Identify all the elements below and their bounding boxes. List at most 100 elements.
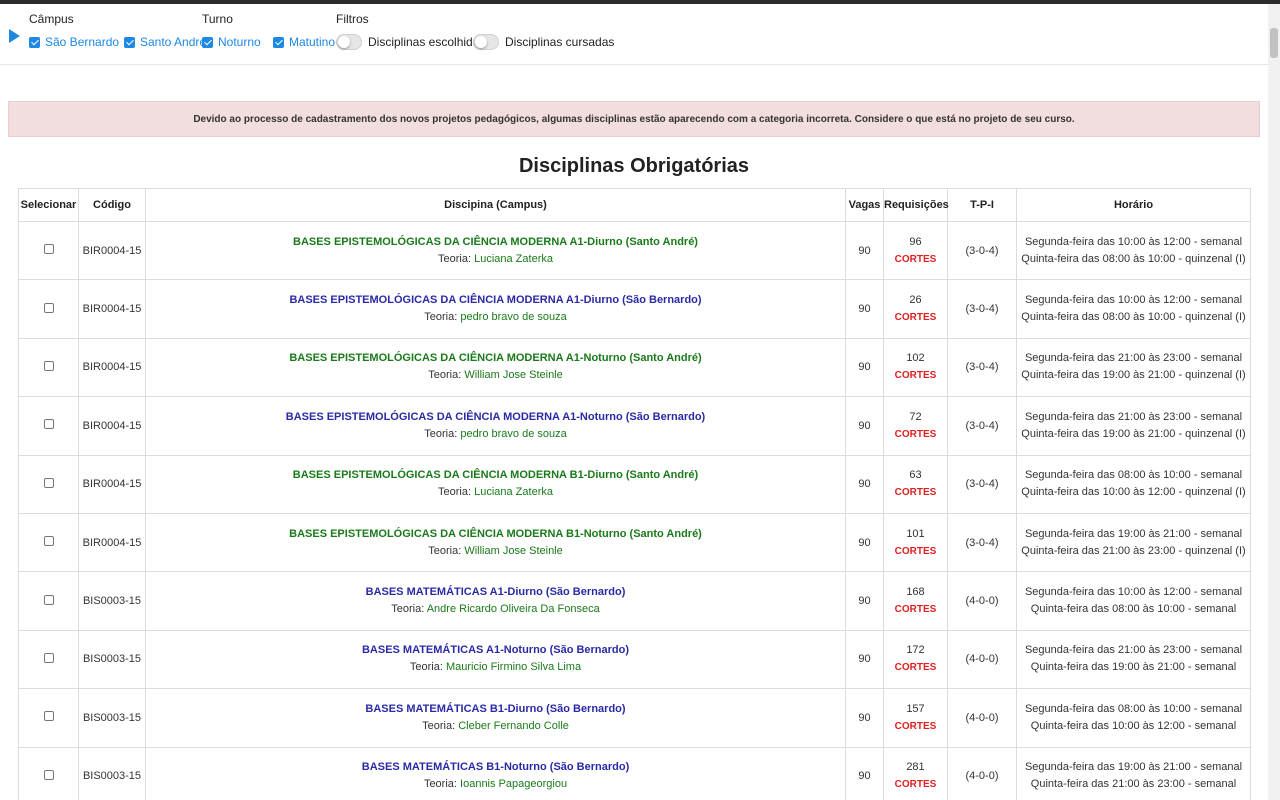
table-row: BIS0003-15 BASES MATEMÁTICAS A1-Diurno (… [18,571,1251,631]
cortes-link[interactable]: CORTES [884,426,947,443]
disciplines-table: Selecionar Código Discipina (Campus) Vag… [18,188,1251,800]
vagas: 90 [845,688,884,748]
table-row: BIS0003-15 BASES MATEMÁTICAS B1-Noturno … [18,746,1251,800]
filter-bar: Câmpus Turno Filtros São Bernardo Santo … [0,4,1268,65]
discipline-name[interactable]: BASES EPISTEMOLÓGICAS DA CIÊNCIA MODERNA… [146,467,845,484]
vagas: 90 [845,746,884,800]
vagas: 90 [845,220,884,281]
discipline-name[interactable]: BASES MATEMÁTICAS B1-Diurno (São Bernard… [146,701,845,718]
turno-checkbox-matutino[interactable]: Matutino [273,34,335,50]
schedule-line-1: Segunda-feira das 19:00 às 21:00 - seman… [1024,527,1243,540]
schedule-line-2: Quinta-feira das 08:00 às 10:00 - quinze… [1021,311,1246,324]
header-requisicoes: Requisições [883,188,949,222]
schedule-line-1: Segunda-feira das 10:00 às 12:00 - seman… [1024,235,1243,248]
schedule-line-2: Quinta-feira das 19:00 às 21:00 - quinze… [1021,369,1246,382]
table-row: BIS0003-15 BASES MATEMÁTICAS B1-Diurno (… [18,688,1251,748]
vagas: 90 [845,279,884,339]
checkbox-checked-icon[interactable] [273,36,284,48]
checkbox-checked-icon[interactable] [124,36,135,48]
campus-label: Câmpus [29,12,74,26]
discipline-name[interactable]: BASES EPISTEMOLÓGICAS DA CIÊNCIA MODERNA… [146,234,845,251]
cortes-link[interactable]: CORTES [884,367,947,384]
discipline-name[interactable]: BASES MATEMÁTICAS A1-Noturno (São Bernar… [146,642,845,659]
teacher-prefix: Teoria: [424,311,458,324]
tpi: (3-0-4) [947,337,1017,398]
requests-count: 102 [906,352,925,365]
schedule-line-1: Segunda-feira das 19:00 às 21:00 - seman… [1024,761,1243,774]
schedule-line-2: Quinta-feira das 19:00 às 21:00 - semana… [1030,661,1237,674]
tpi: (3-0-4) [947,279,1017,339]
discipline-code: BIS0003-15 [78,571,146,631]
schedule-line-2: Quinta-feira das 19:00 às 21:00 - quinze… [1021,427,1246,440]
vagas: 90 [845,337,884,398]
turno-checkbox-noturno[interactable]: Noturno [202,34,261,50]
header-tpi: T-P-I [947,188,1017,222]
cortes-link[interactable]: CORTES [884,776,947,793]
table-row: BIR0004-15 BASES EPISTEMOLÓGICAS DA CIÊN… [18,337,1251,398]
teacher-name: William Jose Steinle [464,544,563,557]
table-row: BIS0003-15 BASES MATEMÁTICAS A1-Noturno … [18,629,1251,690]
requests-count: 168 [906,586,925,599]
select-checkbox[interactable] [43,477,54,488]
schedule-line-1: Segunda-feira das 21:00 às 23:00 - seman… [1024,410,1243,423]
select-checkbox[interactable] [43,360,54,371]
teacher-prefix: Teoria: [423,778,457,791]
cortes-link[interactable]: CORTES [884,251,947,268]
cortes-link[interactable]: CORTES [884,543,947,560]
discipline-code: BIR0004-15 [78,512,146,573]
checkbox-checked-icon[interactable] [29,36,40,48]
schedule-line-1: Segunda-feira das 21:00 às 23:00 - seman… [1024,352,1243,365]
tpi: (3-0-4) [947,512,1017,573]
teacher-name: William Jose Steinle [464,369,563,382]
schedule-line-2: Quinta-feira das 10:00 às 12:00 - quinze… [1021,486,1246,499]
toggle-disciplinas-escolhidas[interactable]: Disciplinas escolhidas [336,33,485,51]
cortes-link[interactable]: CORTES [884,309,947,326]
toggle-disciplinas-cursadas[interactable]: Disciplinas cursadas [473,33,614,51]
campus-checkbox-sao-bernardo[interactable]: São Bernardo [29,34,119,50]
select-checkbox[interactable] [43,594,54,605]
table-row: BIR0004-15 BASES EPISTEMOLÓGICAS DA CIÊN… [18,454,1251,514]
select-checkbox[interactable] [43,244,54,255]
vagas: 90 [845,454,884,514]
section-title: Disciplinas Obrigatórias [518,155,750,177]
cortes-link[interactable]: CORTES [884,601,947,618]
scrollbar-thumb[interactable] [1270,28,1278,58]
discipline-name[interactable]: BASES EPISTEMOLÓGICAS DA CIÊNCIA MODERNA… [146,526,845,543]
discipline-code: BIR0004-15 [78,337,146,398]
toggle-switch-icon[interactable] [473,34,499,50]
select-checkbox[interactable] [43,536,54,547]
select-checkbox[interactable] [43,652,54,663]
table-header-row: Selecionar Código Discipina (Campus) Vag… [18,188,1251,222]
discipline-code: BIR0004-15 [78,279,146,339]
table-row: BIR0004-15 BASES EPISTEMOLÓGICAS DA CIÊN… [18,396,1251,456]
cortes-link[interactable]: CORTES [884,718,947,735]
teacher-name: Andre Ricardo Oliveira Da Fonseca [426,603,600,616]
requests-count: 172 [906,644,925,657]
cortes-link[interactable]: CORTES [884,659,947,676]
schedule-line-2: Quinta-feira das 08:00 às 10:00 - quinze… [1021,252,1246,265]
checkbox-checked-icon[interactable] [202,36,213,48]
discipline-name[interactable]: BASES MATEMÁTICAS A1-Diurno (São Bernard… [146,584,845,601]
teacher-name: pedro bravo de souza [460,311,567,324]
teacher-prefix: Teoria: [428,544,462,557]
select-checkbox[interactable] [43,769,54,780]
discipline-name[interactable]: BASES MATEMÁTICAS B1-Noturno (São Bernar… [146,759,845,776]
discipline-name[interactable]: BASES EPISTEMOLÓGICAS DA CIÊNCIA MODERNA… [146,292,845,309]
vertical-scrollbar[interactable] [1268,4,1280,800]
select-checkbox[interactable] [43,711,54,722]
vagas: 90 [845,571,884,631]
toggle-switch-icon[interactable] [336,34,362,50]
teacher-name: pedro bravo de souza [460,427,567,440]
discipline-name[interactable]: BASES EPISTEMOLÓGICAS DA CIÊNCIA MODERNA… [146,409,845,426]
discipline-name[interactable]: BASES EPISTEMOLÓGICAS DA CIÊNCIA MODERNA… [146,350,845,367]
teacher-prefix: Teoria: [424,427,458,440]
select-checkbox[interactable] [43,419,54,430]
discipline-code: BIS0003-15 [78,629,146,690]
warning-notice: Devido ao processo de cadastramento dos … [8,101,1260,137]
header-discipline: Discipina (Campus) [145,188,846,222]
expand-arrow-icon[interactable] [9,29,20,43]
schedule-line-1: Segunda-feira das 10:00 às 12:00 - seman… [1024,294,1243,307]
campus-checkbox-santo-andre[interactable]: Santo André [124,34,206,50]
select-checkbox[interactable] [43,302,54,313]
cortes-link[interactable]: CORTES [884,484,947,501]
